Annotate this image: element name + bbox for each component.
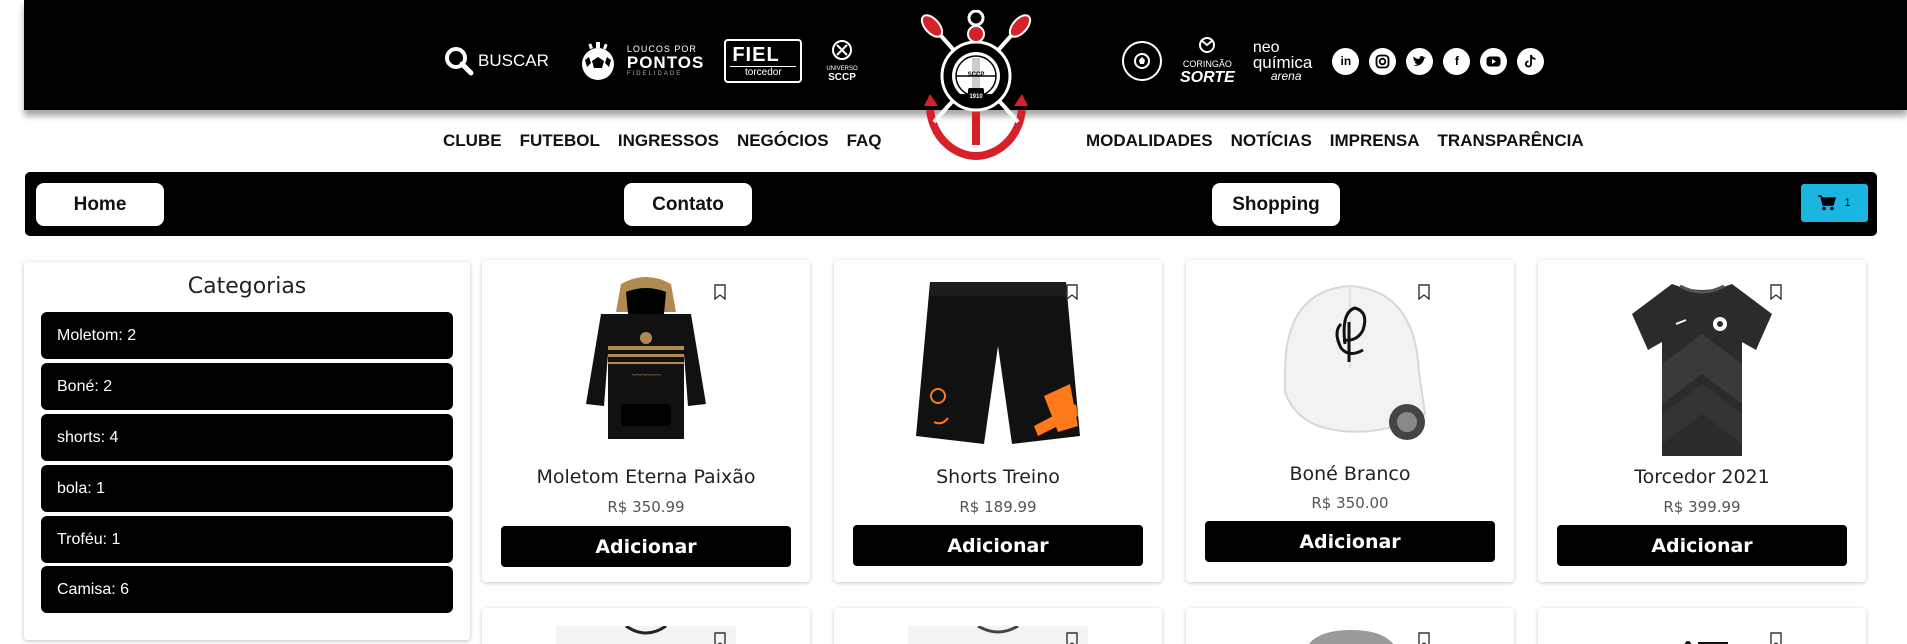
linkedin-icon[interactable]: in (1332, 47, 1360, 75)
ball-icon (1134, 53, 1150, 69)
chute-inicial-badge (1122, 41, 1162, 81)
coringao-icon (1199, 36, 1216, 53)
bookmark-icon[interactable] (1418, 284, 1430, 300)
loucos-text-2: PONTOS (626, 53, 705, 72)
product-image-jersey[interactable] (1538, 274, 1866, 474)
bookmark-icon[interactable] (1066, 632, 1078, 644)
bookmark-icon[interactable] (714, 284, 726, 300)
fiel-text: FIEL (732, 44, 780, 66)
product-card: Boné Branco R$ 350.00 Adicionar (1186, 260, 1514, 582)
product-image-gray[interactable] (1296, 628, 1406, 644)
category-item-camisa[interactable]: Camisa: 6 (41, 566, 453, 613)
tiktok-icon[interactable] (1517, 47, 1545, 75)
home-button[interactable]: Home (36, 183, 164, 226)
category-item-shorts[interactable]: shorts: 4 (41, 414, 453, 461)
nav-futebol[interactable]: FUTEBOL (520, 131, 600, 153)
shield-icon (832, 40, 853, 60)
coringao-sorte-logo[interactable]: CORINGÃO SORTE (1180, 36, 1235, 87)
neo-quimica-arena-logo[interactable]: neo química arena (1253, 39, 1313, 83)
search-icon (445, 47, 474, 76)
shopping-button[interactable]: Shopping (1212, 183, 1340, 226)
category-item-bone[interactable]: Boné: 2 (41, 363, 453, 410)
fiel-torcedor-logo[interactable]: FIEL torcedor (724, 39, 803, 83)
add-to-cart-button[interactable]: Adicionar (853, 525, 1143, 566)
product-card (482, 608, 810, 644)
header-left-links: BUSCAR LOUCOS POR PONTOS FIDELIDADE FIEL… (444, 36, 858, 86)
crest-letters: SCCP (967, 72, 985, 78)
product-image-jersey-white[interactable] (556, 626, 736, 644)
category-item-moletom[interactable]: Moletom: 2 (41, 312, 453, 359)
bookmark-icon[interactable] (1770, 284, 1782, 300)
main-nav-right: MODALIDADES NOTÍCIAS IMPRENSA TRANSPARÊN… (1086, 131, 1584, 153)
nav-clube[interactable]: CLUBE (443, 131, 502, 153)
shop-nav-bar: Home Contato Shopping 1 (25, 172, 1877, 236)
product-price: R$ 399.99 (1663, 498, 1741, 516)
universo-sccp-logo[interactable]: UNIVERSO SCCP (826, 39, 858, 83)
contato-button[interactable]: Contato (624, 183, 752, 226)
chute-inicial-logo[interactable] (1122, 41, 1162, 81)
nav-faq[interactable]: FAQ (847, 131, 882, 153)
product-price: R$ 350.99 (607, 498, 685, 516)
product-card (1538, 608, 1866, 644)
product-card (1186, 608, 1514, 644)
category-item-trofeu[interactable]: Troféu: 1 (41, 516, 453, 563)
arena-text: arena (1270, 68, 1302, 83)
bookmark-icon[interactable] (1770, 632, 1782, 644)
loucos-por-pontos-logo[interactable]: LOUCOS POR PONTOS FIDELIDADE (577, 40, 704, 82)
product-image-cap[interactable] (1186, 272, 1514, 472)
product-price: R$ 350.00 (1311, 494, 1389, 512)
add-to-cart-button[interactable]: Adicionar (1205, 521, 1495, 562)
main-nav-left: CLUBE FUTEBOL INGRESSOS NEGÓCIOS FAQ (443, 131, 882, 153)
bookmark-icon[interactable] (714, 632, 726, 644)
nav-transparencia[interactable]: TRANSPARÊNCIA (1438, 131, 1584, 153)
crest-year: 1910 (955, 94, 997, 100)
twitter-icon[interactable] (1406, 47, 1434, 75)
product-name: Boné Branco (1289, 463, 1411, 485)
product-card: Shorts Treino R$ 189.99 Adicionar (834, 260, 1162, 582)
product-name: Torcedor 2021 (1634, 466, 1770, 488)
product-card: ~~~~~~ Moletom Eterna Paixão R$ 350.99 A… (482, 260, 810, 582)
facebook-icon[interactable]: f (1443, 47, 1471, 75)
sorte-text: SORTE (1180, 68, 1235, 86)
product-name: Moletom Eterna Paixão (536, 466, 756, 488)
nav-noticias[interactable]: NOTÍCIAS (1231, 131, 1312, 153)
cart-button[interactable]: 1 (1801, 184, 1868, 222)
torcedor-text: torcedor (730, 66, 797, 78)
cart-count: 1 (1844, 197, 1851, 209)
search-button[interactable]: BUSCAR (444, 46, 549, 76)
corinthians-crest-logo[interactable] (916, 10, 1036, 160)
bookmark-icon[interactable] (1418, 632, 1430, 644)
categories-sidebar: Categorias Moletom: 2 Boné: 2 shorts: 4 … (24, 262, 470, 640)
header-right-links: CORINGÃO SORTE neo química arena in f (1122, 34, 1545, 88)
product-image-shorts[interactable] (834, 276, 1162, 476)
category-item-bola[interactable]: bola: 1 (41, 465, 453, 512)
nav-negocios[interactable]: NEGÓCIOS (737, 131, 829, 153)
nav-imprensa[interactable]: IMPRENSA (1330, 131, 1420, 153)
product-image-hoodie[interactable]: ~~~~~~ (482, 274, 810, 474)
bookmark-icon[interactable] (1066, 284, 1078, 300)
sccp-text: SCCP (828, 72, 856, 83)
categories-title: Categorias (187, 274, 307, 299)
soccer-ball-icon (581, 42, 614, 80)
social-links: in f (1332, 47, 1545, 75)
search-label: BUSCAR (478, 51, 549, 70)
add-to-cart-button[interactable]: Adicionar (1557, 525, 1847, 566)
product-card (834, 608, 1162, 644)
cart-icon (1818, 195, 1837, 211)
add-to-cart-button[interactable]: Adicionar (501, 526, 791, 567)
youtube-icon[interactable] (1480, 47, 1508, 75)
nav-modalidades[interactable]: MODALIDADES (1086, 131, 1213, 153)
svg-text:~~~~~~: ~~~~~~ (631, 370, 660, 380)
product-card: Torcedor 2021 R$ 399.99 Adicionar (1538, 260, 1866, 582)
product-name: Shorts Treino (936, 466, 1060, 488)
product-price: R$ 189.99 (959, 498, 1037, 516)
coringao-text: CORINGÃO (1182, 58, 1232, 69)
nav-ingressos[interactable]: INGRESSOS (618, 131, 719, 153)
instagram-icon[interactable] (1369, 47, 1397, 75)
product-image-jersey-white-2[interactable] (908, 626, 1088, 644)
product-image-dark[interactable] (1678, 638, 1738, 644)
